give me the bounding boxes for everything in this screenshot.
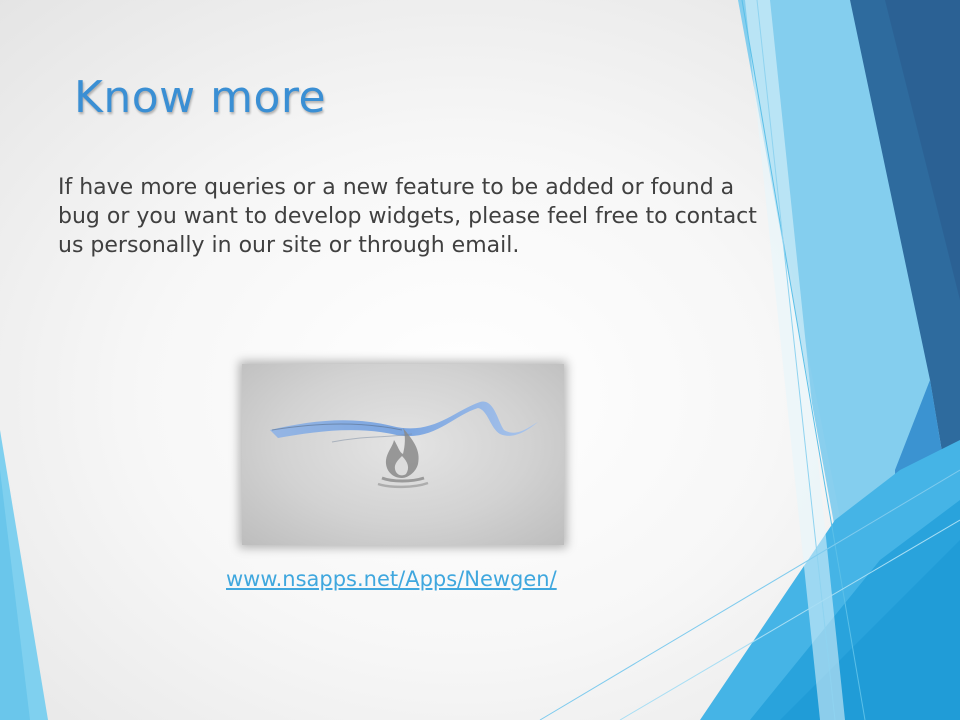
website-link[interactable]: www.nsapps.net/Apps/Newgen/ [226,567,557,591]
slide-body-text: If have more queries or a new feature to… [58,175,757,258]
newgen-flame-ribbon-logo-icon [270,401,538,489]
slide: Know more If have more queries or a new … [0,0,960,720]
slide-title: Know more [74,72,327,123]
newgen-logo-image [242,364,564,545]
